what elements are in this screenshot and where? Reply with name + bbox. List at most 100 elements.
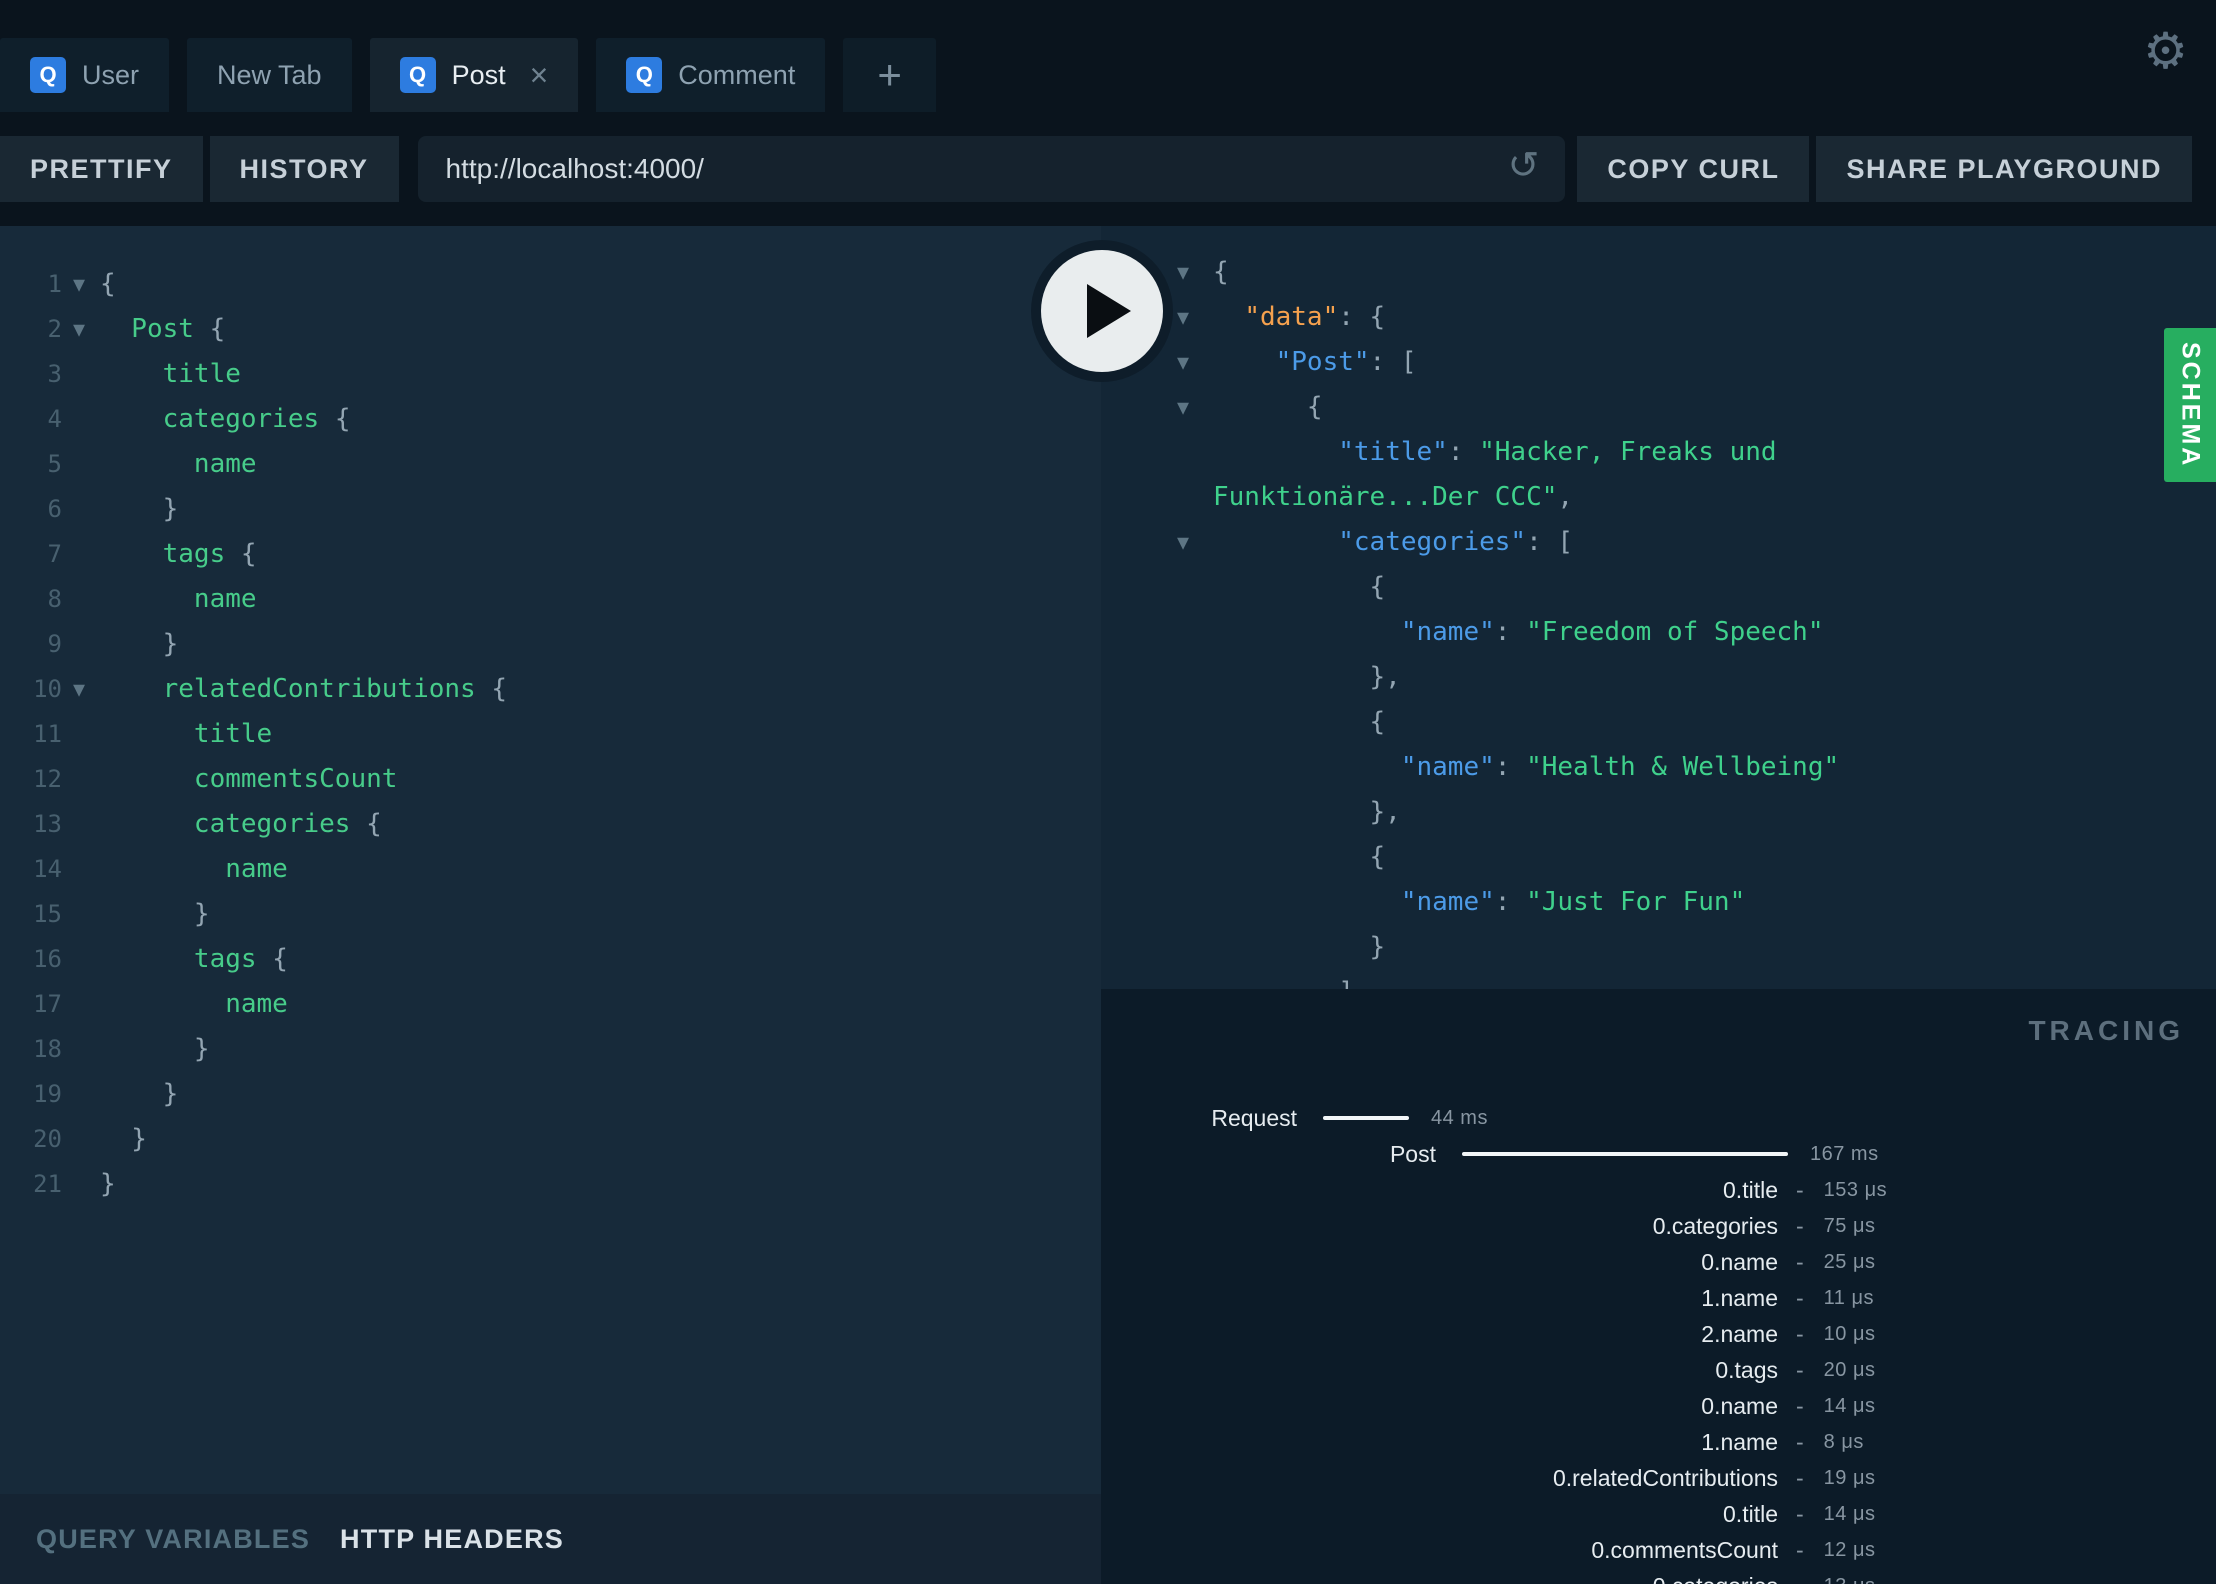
editor-line[interactable]: 10 ▾ relatedContributions { (0, 667, 1101, 712)
editor-code-text: } (96, 622, 179, 667)
response-line: "name": "Just For Fun" (1101, 880, 2216, 925)
fold-gutter (62, 937, 96, 982)
response-line: } (1101, 925, 2216, 970)
fold-gutter (62, 1117, 96, 1162)
code-token: relatedContributions (100, 674, 492, 704)
copy-curl-button[interactable]: COPY CURL (1577, 136, 1810, 202)
tracing-row: 2.name -10 μs (1101, 1316, 2216, 1352)
tracing-separator: - (1796, 1573, 1804, 1584)
tracing-duration: 14 μs (1823, 1502, 1876, 1525)
query-variables-tab[interactable]: QUERY VARIABLES (36, 1524, 310, 1555)
fold-arrow-icon[interactable]: ▾ (62, 262, 96, 307)
tab-new-tab[interactable]: New Tab (187, 38, 352, 112)
tracing-label: 0.relatedContributions (1552, 1464, 1778, 1491)
editor-line[interactable]: 13 categories { (0, 802, 1101, 847)
collapse-arrow-icon[interactable]: ▾ (1177, 250, 1189, 295)
editor-footer: QUERY VARIABLES HTTP HEADERS (0, 1494, 1101, 1584)
tracing-row: 0.relatedContributions -19 μs (1101, 1460, 2216, 1496)
collapse-arrow-icon[interactable]: ▾ (1177, 295, 1189, 340)
code-token: name (100, 584, 257, 614)
settings-gear-icon[interactable]: ⚙ (2143, 26, 2188, 76)
execute-query-button[interactable] (1041, 250, 1163, 372)
fold-gutter (62, 487, 96, 532)
editor-code-text: name (96, 982, 288, 1027)
endpoint-url-input[interactable] (417, 136, 1566, 202)
editor-line[interactable]: 2 ▾ Post { (0, 307, 1101, 352)
editor-line[interactable]: 7 tags { (0, 532, 1101, 577)
graphql-playground: Q User New Tab Q Post × Q Comment + ⚙ PR… (0, 0, 2216, 1584)
editor-line[interactable]: 21} (0, 1162, 1101, 1207)
new-tab-button[interactable]: + (843, 38, 936, 112)
editor-line[interactable]: 9 } (0, 622, 1101, 667)
code-token: "name" (1400, 887, 1495, 917)
code-token: commentsCount (100, 764, 398, 794)
history-button[interactable]: HISTORY (209, 136, 399, 202)
tab-user[interactable]: Q User (0, 38, 170, 112)
code-token: { (100, 269, 116, 299)
endpoint-input-wrap: ↺ (417, 136, 1566, 202)
reload-icon[interactable]: ↺ (1508, 147, 1540, 185)
line-number: 18 (33, 1035, 62, 1063)
code-token: { (1213, 842, 1386, 872)
tracing-separator: - (1796, 1356, 1804, 1383)
code-token: { (272, 944, 288, 974)
tracing-row: 0.name -25 μs (1101, 1244, 2216, 1280)
code-token: { (1213, 572, 1386, 602)
schema-tab-button[interactable]: SCHEMA (2164, 328, 2216, 482)
editor-line[interactable]: 14 name (0, 847, 1101, 892)
editor-code-text: tags { (96, 937, 288, 982)
code-token: } (100, 494, 179, 524)
fold-gutter (62, 1027, 96, 1072)
response-line: "name": "Freedom of Speech" (1101, 610, 2216, 655)
editor-line[interactable]: 6 } (0, 487, 1101, 532)
code-token: : (1494, 617, 1527, 647)
tracing-separator: - (1796, 1464, 1804, 1491)
collapse-arrow-icon[interactable]: ▾ (1177, 520, 1189, 565)
share-playground-button[interactable]: SHARE PLAYGROUND (1816, 136, 2192, 202)
code-token: } (1213, 932, 1386, 962)
editor-line[interactable]: 18 } (0, 1027, 1101, 1072)
code-token: "Freedom of Speech" (1526, 617, 1824, 647)
tracing-separator: - (1796, 1428, 1804, 1455)
tracing-duration: 12 μs (1823, 1538, 1876, 1561)
editor-line[interactable]: 5 name (0, 442, 1101, 487)
tracing-label: 1.name (1701, 1428, 1778, 1455)
response-line: ] (1101, 970, 2216, 989)
editor-line[interactable]: 17 name (0, 982, 1101, 1027)
editor-line[interactable]: 19 } (0, 1072, 1101, 1117)
tab-post[interactable]: Q Post × (369, 38, 579, 112)
editor-line[interactable]: 1 ▾{ (0, 262, 1101, 307)
editor-line[interactable]: 11 title (0, 712, 1101, 757)
tracing-row: Request 44 ms (1101, 1100, 2216, 1136)
code-token: tags (100, 944, 273, 974)
tracing-rows: Request 44 ms Post 167 ms 0.title -153 μs 0.ca… (1101, 1100, 2216, 1584)
code-token: } (100, 1124, 147, 1154)
close-tab-icon[interactable]: × (530, 59, 549, 91)
editor-line[interactable]: 15 } (0, 892, 1101, 937)
editor-code-text: name (96, 442, 257, 487)
editor-code-text: name (96, 847, 288, 892)
fold-arrow-icon[interactable]: ▾ (62, 667, 96, 712)
prettify-button[interactable]: PRETTIFY (0, 136, 203, 202)
code-token: "data" (1244, 302, 1339, 332)
tracing-label: 0.commentsCount (1591, 1536, 1778, 1563)
editor-line[interactable]: 8 name (0, 577, 1101, 622)
code-token: categories (100, 809, 367, 839)
editor-line[interactable]: 12 commentsCount (0, 757, 1101, 802)
fold-arrow-icon[interactable]: ▾ (62, 307, 96, 352)
editor-line[interactable]: 16 tags { (0, 937, 1101, 982)
collapse-arrow-icon[interactable]: ▾ (1177, 385, 1189, 430)
editor-line[interactable]: 3 title (0, 352, 1101, 397)
editor-line[interactable]: 4 categories { (0, 397, 1101, 442)
code-token: , (1557, 482, 1574, 512)
editor-line[interactable]: 20 } (0, 1117, 1101, 1162)
collapse-arrow-icon[interactable]: ▾ (1177, 340, 1189, 385)
code-token: "Just For Fun" (1526, 887, 1746, 917)
code-token: "title" (1338, 437, 1448, 467)
query-editor-pane[interactable]: 1 ▾{2 ▾ Post {3 title 4 categories {5 name 6… (0, 226, 1101, 1584)
http-headers-tab[interactable]: HTTP HEADERS (340, 1524, 564, 1555)
editor-code-text: title (96, 712, 272, 757)
tab-comment[interactable]: Q Comment (596, 38, 826, 112)
tracing-duration: 153 μs (1823, 1178, 1888, 1201)
